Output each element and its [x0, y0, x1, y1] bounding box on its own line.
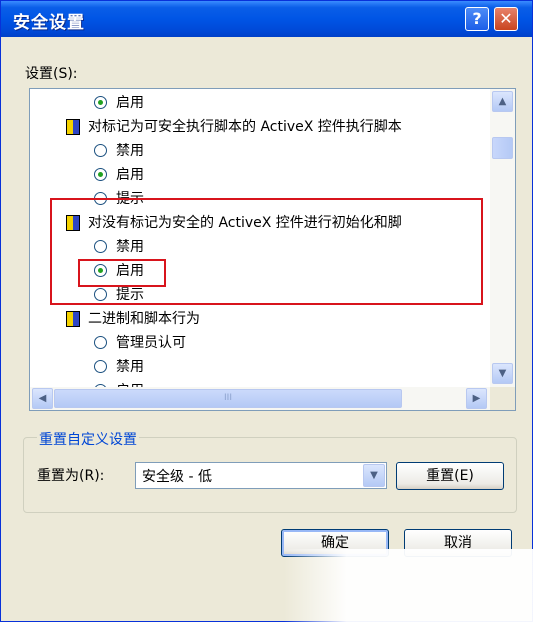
- settings-list-content: 启用 对标记为可安全执行脚本的 ActiveX 控件执行脚本 禁用 启用 提示 对没有标记…: [30, 89, 490, 389]
- radio-unchecked-icon[interactable]: [94, 240, 107, 253]
- radio-checked-icon[interactable]: [94, 264, 107, 277]
- setting-option-label: 提示: [116, 191, 144, 207]
- reset-group-title: 重置自定义设置: [37, 429, 139, 449]
- setting-option-label: 禁用: [116, 359, 144, 375]
- title-bar[interactable]: 安全设置 ? ✕: [1, 1, 532, 37]
- scroll-right-button[interactable]: ▶: [466, 388, 487, 409]
- setting-option-label: 启用: [116, 263, 144, 279]
- setting-option-label: 提示: [116, 287, 144, 303]
- scroll-up-button[interactable]: ▲: [492, 91, 513, 112]
- settings-label: 设置(S):: [25, 66, 78, 82]
- setting-option-label: 启用: [116, 95, 144, 111]
- reset-to-label: 重置为(R):: [37, 468, 105, 484]
- radio-unchecked-icon[interactable]: [94, 360, 107, 373]
- vertical-scrollbar[interactable]: ▲ ▼: [490, 89, 515, 387]
- scroll-corner: [490, 387, 515, 410]
- shield-icon: [66, 119, 80, 135]
- setting-option-label: 启用: [116, 167, 144, 183]
- bottom-fade-overlay: [284, 549, 533, 623]
- radio-unchecked-icon[interactable]: [94, 192, 107, 205]
- radio-unchecked-icon[interactable]: [94, 144, 107, 157]
- setting-option-label: 禁用: [116, 239, 144, 255]
- shield-icon: [66, 215, 80, 231]
- cancel-button[interactable]: 取消: [404, 529, 512, 557]
- help-button[interactable]: ?: [465, 7, 489, 31]
- scroll-down-button[interactable]: ▼: [492, 363, 513, 384]
- security-settings-dialog: 安全设置 ? ✕ 设置(S): 启用对标记为可安全执行脚本的 ActiveX 控…: [0, 0, 533, 623]
- close-button[interactable]: ✕: [494, 7, 518, 31]
- radio-checked-icon[interactable]: [94, 96, 107, 109]
- setting-option-label: 管理员认可: [116, 335, 186, 351]
- setting-option-label: 禁用: [116, 143, 144, 159]
- horizontal-scrollbar[interactable]: ◀ III ▶: [30, 387, 490, 410]
- scroll-left-button[interactable]: ◀: [32, 388, 53, 409]
- radio-unchecked-icon[interactable]: [94, 288, 107, 301]
- chevron-down-icon[interactable]: ▼: [363, 464, 385, 487]
- security-level-select[interactable]: 安全级 - 低 ▼: [135, 462, 387, 489]
- setting-group-label: 二进制和脚本行为: [88, 311, 200, 327]
- settings-list[interactable]: 启用 对标记为可安全执行脚本的 ActiveX 控件执行脚本 禁用 启用 提示 对没有标记…: [29, 88, 516, 411]
- dialog-title: 安全设置: [13, 13, 85, 33]
- vertical-scroll-thumb[interactable]: [492, 137, 513, 159]
- setting-group-label: 对没有标记为安全的 ActiveX 控件进行初始化和脚: [88, 215, 402, 231]
- reset-button[interactable]: 重置(E): [396, 462, 504, 490]
- shield-icon: [66, 311, 80, 327]
- horizontal-scroll-thumb[interactable]: III: [54, 389, 402, 408]
- radio-unchecked-icon[interactable]: [94, 336, 107, 349]
- security-level-value: 安全级 - 低: [142, 469, 212, 485]
- radio-checked-icon[interactable]: [94, 168, 107, 181]
- setting-group-label: 对标记为可安全执行脚本的 ActiveX 控件执行脚本: [88, 119, 402, 135]
- ok-button[interactable]: 确定: [281, 529, 389, 557]
